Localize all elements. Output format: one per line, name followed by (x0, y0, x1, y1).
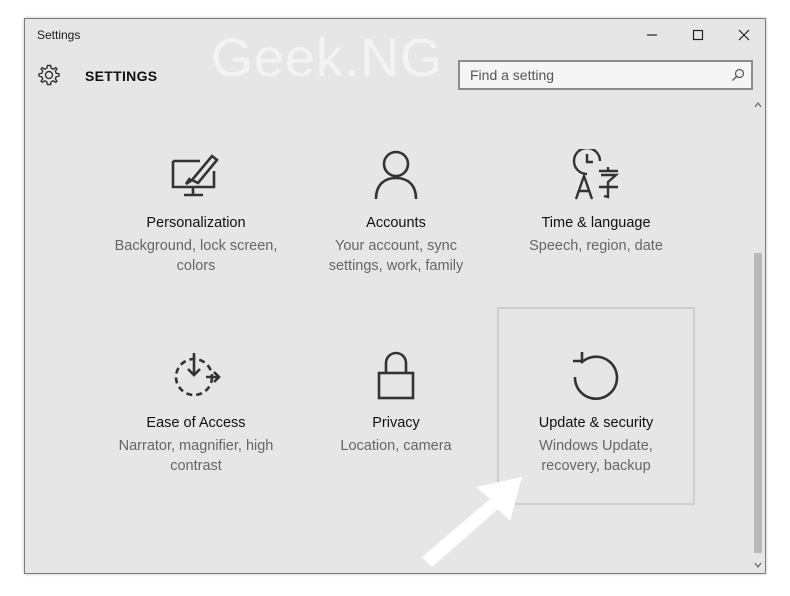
tile-personalization[interactable]: Personalization Background, lock screen,… (97, 107, 295, 305)
search-box[interactable] (458, 60, 753, 90)
tile-label: Accounts (366, 215, 426, 231)
accounts-icon (374, 150, 418, 200)
tile-label: Update & security (538, 415, 654, 431)
ease-of-access-icon (174, 353, 221, 397)
tile-description: Narrator, magnifier, high contrast (118, 438, 274, 474)
window-title: Settings (37, 28, 81, 42)
settings-window: Settings Geek.NG SETTINGS Find a setting… (24, 18, 766, 574)
tile-label: Personalization (146, 215, 246, 231)
tile-ease-of-access[interactable]: Ease of Access Narrator, magnifier, high… (97, 307, 295, 505)
tile-label: Ease of Access (146, 415, 246, 431)
tile-description: Speech, region, date (529, 238, 663, 254)
scroll-down-icon[interactable] (754, 561, 762, 569)
minimize-icon (647, 34, 657, 36)
scroll-thumb[interactable] (754, 253, 762, 553)
maximize-button[interactable] (675, 19, 721, 51)
scrollbar[interactable] (751, 99, 765, 573)
tile-description: Your account, sync settings, work, famil… (328, 238, 464, 274)
tile-label: Time & language (541, 215, 651, 231)
close-button[interactable] (721, 19, 765, 51)
tile-description: Location, camera (340, 438, 452, 454)
tile-description: Windows Update, recovery, backup (539, 438, 653, 474)
scroll-up-icon[interactable] (754, 101, 762, 109)
tile-accounts[interactable]: Accounts Your account, sync settings, wo… (297, 107, 495, 305)
tile-description: Background, lock screen, colors (114, 238, 278, 274)
time-language-icon (572, 149, 620, 200)
update-security-icon (573, 352, 619, 401)
gear-icon (38, 64, 60, 86)
page-title: SETTINGS (85, 68, 158, 84)
maximize-icon (692, 29, 704, 41)
close-icon (738, 29, 750, 41)
search-icon[interactable] (731, 68, 745, 82)
tile-time-language[interactable]: Time & language Speech, region, date (497, 107, 695, 305)
tile-label: Privacy (372, 415, 420, 431)
personalization-icon (171, 154, 219, 197)
search-input[interactable] (460, 62, 720, 88)
minimize-button[interactable] (629, 19, 675, 51)
privacy-icon (377, 351, 415, 400)
pointer-arrow-icon (422, 477, 522, 567)
